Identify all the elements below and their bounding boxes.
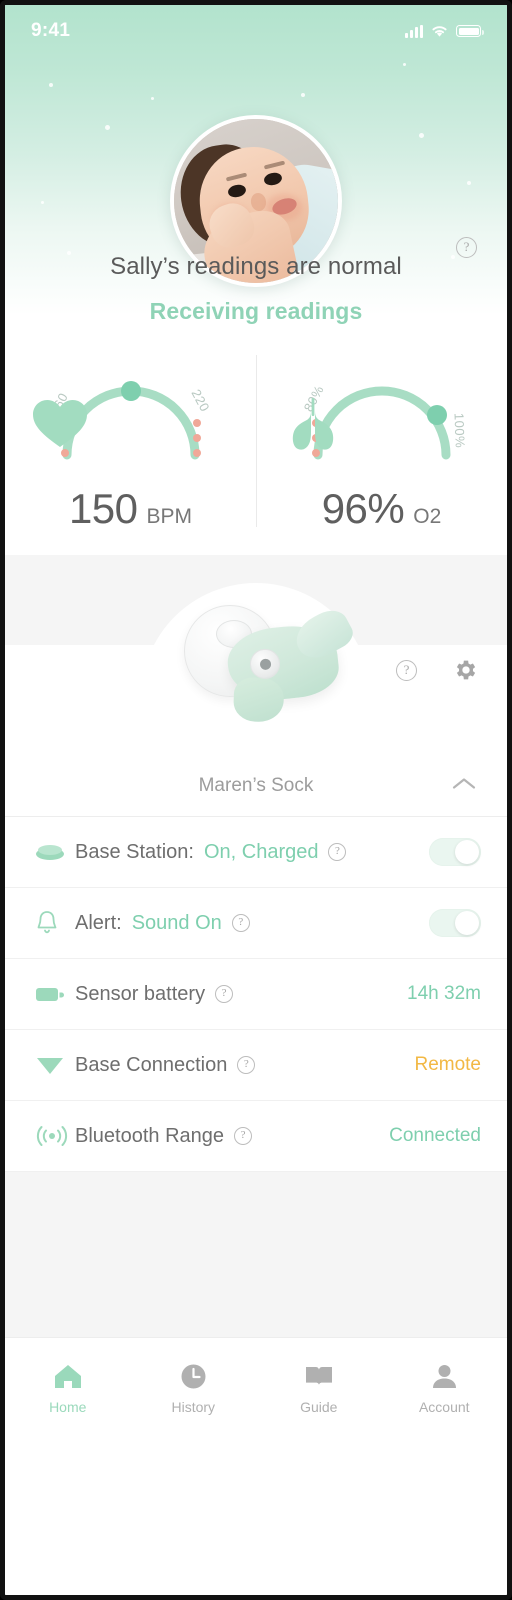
status-text-block: Sally’s readings are normal Receiving re…	[5, 57, 507, 325]
vitals-section: 60 220 150 BPM 100% 96% O2	[5, 315, 507, 555]
row-bluetooth-range[interactable]: Bluetooth Range ? Connected	[5, 1101, 507, 1172]
tab-account-label: Account	[418, 1399, 470, 1415]
status-rows: Base Station: On, Charged ? Alert: Sound…	[5, 817, 507, 1172]
hr-alarm-dots-high	[192, 419, 201, 457]
row-sensor-battery-label: Sensor battery	[75, 982, 206, 1005]
vital-heart-rate[interactable]: 60 220 150 BPM	[5, 351, 256, 533]
device-section: ? Maren’s Sock	[5, 555, 507, 817]
row-base-station-value: On, Charged	[203, 840, 319, 863]
status-bar: 9:41	[5, 5, 507, 57]
tab-history[interactable]: History	[131, 1338, 257, 1439]
tab-guide-label: Guide	[300, 1399, 338, 1415]
chevron-up-icon	[452, 777, 476, 789]
help-icon[interactable]: ?	[328, 843, 347, 861]
sensor-battery-value: 14h 32m	[407, 983, 481, 1004]
bluetooth-range-value: Connected	[389, 1125, 481, 1146]
header-section: 9:41 Sally’s readings are normal Receivi…	[5, 5, 507, 324]
device-name-row[interactable]: Maren’s Sock	[5, 755, 507, 817]
clock-icon	[180, 1362, 207, 1390]
tab-home[interactable]: Home	[5, 1338, 131, 1439]
phone-frame: 9:41 Sally’s readings are normal Receivi…	[0, 0, 512, 1600]
row-bluetooth-range-text: Bluetooth Range ?	[75, 1124, 253, 1148]
base-connection-value: Remote	[414, 1054, 481, 1075]
heart-rate-gauge: 60 220	[31, 351, 231, 471]
readings-help-button[interactable]: ?	[456, 237, 477, 258]
device-help-button[interactable]: ?	[396, 659, 417, 681]
base-station-toggle[interactable]	[429, 838, 481, 866]
row-base-station-text: Base Station: On, Charged ?	[75, 840, 347, 864]
tab-history-label: History	[171, 1399, 216, 1415]
device-photo	[166, 593, 358, 723]
help-icon[interactable]: ?	[231, 914, 250, 932]
help-icon[interactable]: ?	[215, 985, 234, 1003]
row-alert-text: Alert: Sound On ?	[75, 912, 250, 935]
settings-button[interactable]	[453, 657, 479, 683]
bluetooth-range-icon	[35, 1125, 75, 1147]
status-bar-time: 9:41	[31, 20, 71, 41]
wifi-icon	[432, 26, 447, 37]
row-sensor-battery-text: Sensor battery ?	[75, 982, 234, 1006]
vital-oxygen[interactable]: 80% 100% 96% O2	[256, 351, 507, 533]
oxygen-marker	[426, 405, 447, 425]
heart-rate-value: 150	[68, 485, 138, 532]
heart-rate-marker	[120, 381, 141, 401]
alert-toggle[interactable]	[429, 909, 481, 937]
tab-home-label: Home	[49, 1399, 87, 1415]
wifi-signal-icon	[35, 1053, 75, 1077]
status-headline: Sally’s readings are normal	[110, 253, 402, 280]
row-base-connection[interactable]: Base Connection ? Remote	[5, 1030, 507, 1101]
row-alert-value: Sound On	[131, 911, 222, 934]
cellular-signal-icon	[405, 24, 423, 38]
row-base-station[interactable]: Base Station: On, Charged ?	[5, 817, 507, 888]
battery-icon	[35, 985, 75, 1003]
vitals-divider	[256, 355, 257, 527]
base-station-icon	[35, 843, 75, 861]
app-screen: 9:41 Sally’s readings are normal Receivi…	[5, 5, 507, 1595]
empty-area	[5, 1172, 507, 1337]
device-actions: ?	[396, 657, 479, 683]
oxygen-unit: O2	[413, 505, 442, 528]
connection-state: Receiving readings	[149, 298, 363, 324]
help-icon[interactable]: ?	[237, 1056, 256, 1074]
row-base-connection-text: Base Connection ?	[75, 1053, 256, 1077]
device-name: Maren’s Sock	[198, 774, 314, 796]
row-bluetooth-range-label: Bluetooth Range	[75, 1124, 225, 1147]
oxygen-gauge: 80% 100%	[282, 351, 482, 471]
tab-guide[interactable]: Guide	[256, 1338, 382, 1439]
person-icon	[431, 1362, 458, 1390]
o2-max-label: 100%	[451, 412, 468, 449]
tab-account[interactable]: Account	[382, 1338, 508, 1439]
oxygen-value: 96%	[321, 485, 405, 532]
gear-icon	[456, 660, 476, 680]
help-icon: ?	[396, 659, 417, 681]
bell-icon	[35, 909, 75, 937]
help-icon: ?	[456, 237, 477, 258]
heart-rate-unit: BPM	[146, 505, 193, 528]
status-bar-icons	[405, 24, 484, 38]
oxygen-readout: 96% O2	[322, 485, 442, 533]
book-icon	[304, 1362, 334, 1390]
row-base-station-label: Base Station:	[75, 840, 194, 863]
battery-icon	[456, 25, 484, 37]
row-base-connection-label: Base Connection	[75, 1053, 228, 1076]
row-alert-label: Alert:	[75, 911, 122, 934]
tab-bar: Home History Guide Account	[5, 1337, 507, 1439]
row-sensor-battery[interactable]: Sensor battery ? 14h 32m	[5, 959, 507, 1030]
home-icon	[53, 1362, 83, 1390]
help-icon[interactable]: ?	[234, 1127, 253, 1145]
heart-rate-readout: 150 BPM	[69, 485, 192, 533]
row-alert[interactable]: Alert: Sound On ?	[5, 888, 507, 959]
collapse-button[interactable]	[451, 775, 477, 796]
